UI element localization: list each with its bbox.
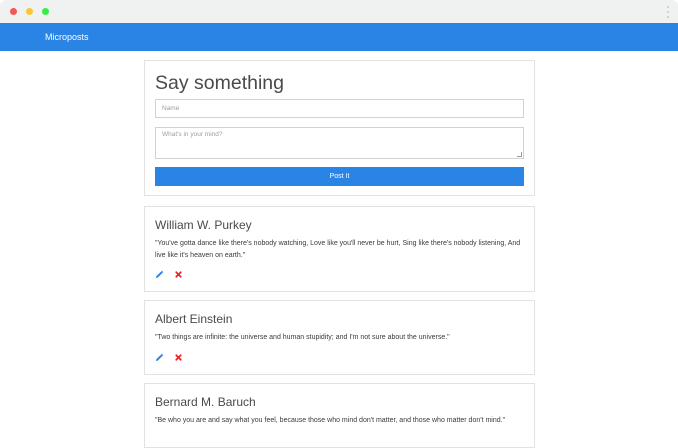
compose-card: Say something Name What's in your mind? … xyxy=(144,60,535,196)
post-quote: "Be who you are and say what you feel, b… xyxy=(155,417,506,424)
post-author: Albert Einstein xyxy=(155,312,233,326)
browser-chrome xyxy=(0,0,678,23)
message-textarea[interactable]: What's in your mind? xyxy=(155,127,524,159)
post-it-button[interactable]: Post It xyxy=(155,167,524,186)
pencil-icon[interactable] xyxy=(155,353,164,362)
close-icon[interactable] xyxy=(174,353,183,362)
compose-title: Say something xyxy=(155,72,284,94)
close-window-dot[interactable] xyxy=(10,8,17,15)
minimize-window-dot[interactable] xyxy=(26,8,33,15)
navbar: Microposts xyxy=(0,23,678,51)
close-icon[interactable] xyxy=(174,270,183,279)
post-quote: "You've gotta dance like there's nobody … xyxy=(155,240,521,259)
more-options-icon[interactable] xyxy=(667,6,670,18)
post-card: Albert Einstein "Two things are infinite… xyxy=(144,300,535,375)
post-actions xyxy=(155,270,183,279)
main-content: Say something Name What's in your mind? … xyxy=(0,51,678,448)
post-author: Bernard M. Baruch xyxy=(155,395,256,409)
maximize-window-dot[interactable] xyxy=(42,8,49,15)
post-card: Bernard M. Baruch "Be who you are and sa… xyxy=(144,383,535,448)
post-actions xyxy=(155,353,183,362)
post-author: William W. Purkey xyxy=(155,218,252,232)
post-card: William W. Purkey "You've gotta dance li… xyxy=(144,206,535,292)
name-input[interactable]: Name xyxy=(155,99,524,118)
navbar-brand[interactable]: Microposts xyxy=(45,32,89,42)
post-quote: "Two things are infinite: the universe a… xyxy=(155,334,450,341)
resize-handle-icon[interactable] xyxy=(517,152,522,157)
pencil-icon[interactable] xyxy=(155,270,164,279)
